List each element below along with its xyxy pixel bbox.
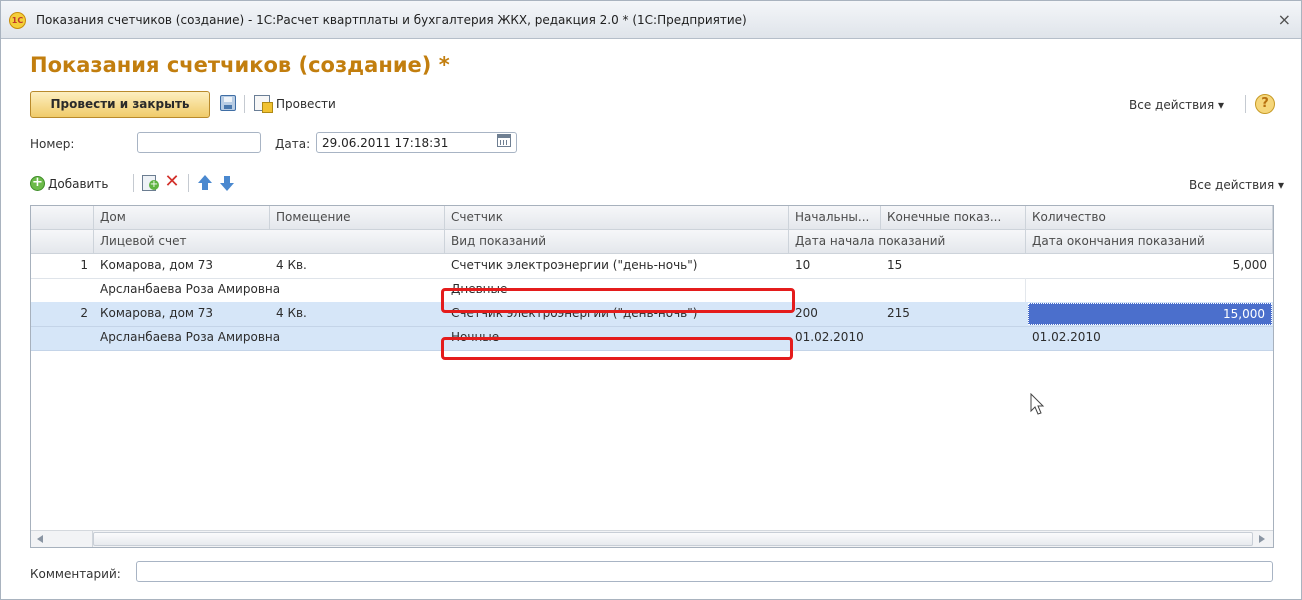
header-start-reading[interactable]: Начальны... bbox=[789, 206, 881, 230]
move-down-icon[interactable] bbox=[220, 176, 234, 191]
comment-label: Комментарий: bbox=[30, 567, 121, 581]
all-actions-menu[interactable]: Все действия ▾ bbox=[1129, 98, 1224, 112]
header-room[interactable]: Помещение bbox=[270, 206, 445, 230]
post-and-close-button[interactable]: Провести и закрыть bbox=[30, 91, 210, 118]
header-account[interactable]: Лицевой счет bbox=[94, 230, 445, 254]
highlight-box-night bbox=[441, 337, 793, 360]
cell-account[interactable]: Арсланбаева Роза Амировна bbox=[94, 278, 445, 302]
cell-start-date[interactable]: 01.02.2010 bbox=[789, 326, 1026, 350]
header-end-date[interactable]: Дата окончания показаний bbox=[1026, 230, 1273, 254]
toolbar-divider bbox=[244, 95, 245, 113]
cell-start-date[interactable] bbox=[789, 278, 1026, 302]
mouse-cursor-icon bbox=[1030, 393, 1045, 415]
table-all-actions-menu[interactable]: Все действия ▾ bbox=[1189, 178, 1284, 192]
title-bar: 1С Показания счетчиков (создание) - 1С:Р… bbox=[1, 1, 1301, 39]
move-up-icon[interactable] bbox=[198, 175, 212, 190]
scroll-right-arrow-icon[interactable] bbox=[1259, 535, 1265, 543]
header-end-reading[interactable]: Конечные показ... bbox=[881, 206, 1026, 230]
cell-start-reading[interactable]: 200 bbox=[789, 302, 881, 326]
header-reading-type[interactable]: Вид показаний bbox=[445, 230, 789, 254]
header-index bbox=[31, 230, 94, 254]
window-title: Показания счетчиков (создание) - 1С:Расч… bbox=[36, 13, 747, 27]
cell-room[interactable]: 4 Кв. bbox=[270, 254, 445, 278]
save-icon[interactable] bbox=[220, 95, 236, 111]
cell-account[interactable]: Арсланбаева Роза Амировна bbox=[94, 326, 445, 350]
scroll-left-arrow-icon[interactable] bbox=[37, 535, 43, 543]
calendar-icon[interactable] bbox=[497, 134, 511, 147]
toolbar-divider bbox=[188, 174, 189, 192]
column-divider bbox=[1025, 278, 1026, 302]
number-field[interactable] bbox=[137, 132, 261, 153]
page-title: Показания счетчиков (создание) * bbox=[30, 53, 450, 77]
cell-house[interactable]: Комарова, дом 73 bbox=[94, 254, 270, 278]
header-meter[interactable]: Счетчик bbox=[445, 206, 789, 230]
post-button[interactable]: Провести bbox=[276, 97, 336, 111]
cell-quantity-active[interactable]: 15,000 bbox=[1028, 303, 1272, 325]
cell-end-date[interactable] bbox=[1026, 278, 1273, 302]
app-window: 1С Показания счетчиков (создание) - 1С:Р… bbox=[0, 0, 1302, 600]
toolbar-divider bbox=[133, 174, 134, 192]
delete-row-icon[interactable]: ✕ bbox=[163, 173, 181, 191]
cell-start-reading[interactable]: 10 bbox=[789, 254, 881, 278]
cell-end-reading[interactable]: 215 bbox=[881, 302, 1026, 326]
number-label: Номер: bbox=[30, 137, 75, 151]
row-number: 1 bbox=[80, 258, 88, 272]
app-logo-icon: 1С bbox=[9, 12, 26, 29]
copy-row-icon[interactable] bbox=[142, 175, 159, 191]
cell-quantity[interactable]: 5,000 bbox=[1026, 254, 1273, 278]
header-quantity[interactable]: Количество bbox=[1026, 206, 1273, 230]
highlight-box-day bbox=[441, 288, 795, 313]
row-number: 2 bbox=[80, 306, 88, 320]
header-house[interactable]: Дом bbox=[94, 206, 270, 230]
cell-end-reading[interactable]: 15 bbox=[881, 254, 1026, 278]
date-field[interactable] bbox=[316, 132, 517, 153]
header-start-date[interactable]: Дата начала показаний bbox=[789, 230, 1026, 254]
horizontal-scrollbar[interactable] bbox=[31, 530, 1273, 547]
help-icon[interactable]: ? bbox=[1255, 94, 1275, 114]
readings-table[interactable]: Дом Помещение Счетчик Начальны... Конечн… bbox=[30, 205, 1274, 548]
add-row-button[interactable]: Добавить bbox=[48, 177, 108, 191]
comment-field[interactable] bbox=[136, 561, 1273, 582]
add-icon[interactable]: + bbox=[30, 176, 45, 191]
cell-room[interactable]: 4 Кв. bbox=[270, 302, 445, 326]
cell-meter[interactable]: Счетчик электроэнергии ("день-ночь") bbox=[445, 254, 789, 278]
scrollbar-thumb[interactable] bbox=[93, 532, 1253, 546]
date-label: Дата: bbox=[275, 137, 311, 151]
post-document-icon[interactable] bbox=[254, 95, 273, 113]
close-icon[interactable]: × bbox=[1278, 10, 1291, 29]
header-index bbox=[31, 206, 94, 230]
toolbar-divider bbox=[1245, 95, 1246, 113]
cell-end-date[interactable]: 01.02.2010 bbox=[1026, 326, 1273, 350]
cell-house[interactable]: Комарова, дом 73 bbox=[94, 302, 270, 326]
